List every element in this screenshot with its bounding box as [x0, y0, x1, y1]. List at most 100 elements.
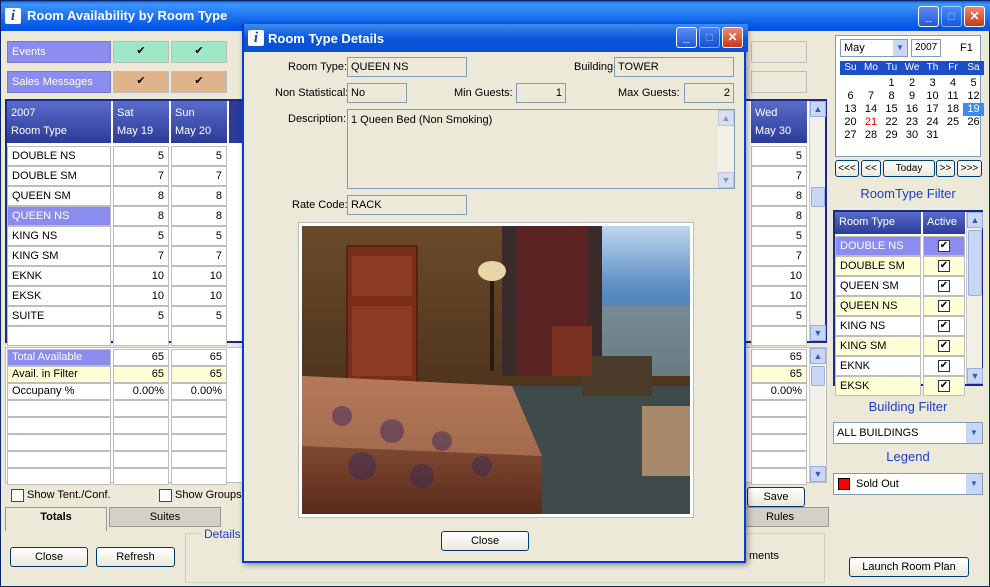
calendar-day[interactable]: 25	[943, 116, 964, 129]
sales-check-sun[interactable]: ✔	[171, 71, 227, 93]
events-cell-wed[interactable]	[751, 41, 807, 63]
chevron-down-icon[interactable]: ▼	[966, 423, 982, 443]
prev-month-button[interactable]: <<	[861, 160, 881, 177]
grid-empty-cell[interactable]	[7, 326, 111, 346]
min-guests-field[interactable]: 1	[516, 83, 566, 103]
calendar-day[interactable]: 21	[861, 116, 882, 129]
refresh-button[interactable]: Refresh	[96, 547, 175, 567]
grid-empty-cell[interactable]	[171, 326, 227, 346]
grid-header-day[interactable]: Sun May 20	[171, 101, 227, 143]
roomtype-filter-item[interactable]: EKSK	[835, 376, 921, 396]
scroll-up-icon[interactable]: ▲	[967, 212, 983, 228]
max-guests-field[interactable]: 2	[684, 83, 734, 103]
events-check-sat[interactable]: ✔	[113, 41, 169, 63]
roomtype-filter-item[interactable]: DOUBLE SM	[835, 256, 921, 276]
dialog-minimize-button[interactable]: _	[676, 27, 697, 48]
calendar-day[interactable]: 1	[881, 77, 902, 90]
tab-totals[interactable]: Totals	[5, 507, 107, 531]
roomtype-active-cell[interactable]: ✔	[923, 336, 965, 356]
show-tent-checkbox[interactable]	[11, 489, 24, 502]
sales-check-sat[interactable]: ✔	[113, 71, 169, 93]
month-select[interactable]: May ▼	[840, 39, 908, 57]
dialog-close-button[interactable]: Close	[441, 531, 529, 551]
grid-value-cell[interactable]: 7	[113, 166, 169, 186]
calendar-day[interactable]: 16	[902, 103, 923, 116]
calendar-day[interactable]: 23	[902, 116, 923, 129]
chevron-down-icon[interactable]: ▼	[966, 474, 982, 494]
grid-value-cell[interactable]: 10	[113, 286, 169, 306]
active-checkbox[interactable]: ✔	[938, 240, 950, 253]
grid-value-cell[interactable]: 10	[113, 266, 169, 286]
scroll-down-icon[interactable]: ▼	[810, 466, 826, 482]
roomtype-filter-scrollbar[interactable]: ▲ ▼	[966, 212, 983, 384]
grid-value-cell[interactable]: 10	[751, 266, 807, 286]
calendar-day[interactable]: 15	[881, 103, 902, 116]
grid-value-cell[interactable]: 10	[171, 286, 227, 306]
calendar-day[interactable]: 27	[840, 129, 861, 142]
today-button[interactable]: Today	[883, 160, 935, 177]
rate-code-field[interactable]: RACK	[347, 195, 467, 215]
calendar-day[interactable]: 3	[922, 77, 943, 90]
grid-value-cell[interactable]: 7	[171, 246, 227, 266]
legend-select[interactable]: Sold Out ▼	[833, 473, 983, 495]
roomtype-filter-item[interactable]: QUEEN NS	[835, 296, 921, 316]
scroll-down-icon[interactable]: ▼	[718, 172, 734, 188]
next-year-button[interactable]: >>>	[957, 160, 982, 177]
sales-cell-wed[interactable]	[751, 71, 807, 93]
description-scrollbar[interactable]: ▲ ▼	[718, 110, 734, 188]
grid-value-cell[interactable]: 5	[171, 146, 227, 166]
grid-roomtype-cell[interactable]: SUITE	[7, 306, 111, 326]
grid-roomtype-cell[interactable]: KING SM	[7, 246, 111, 266]
grid-scrollbar[interactable]: ▲ ▼	[809, 101, 826, 341]
launch-room-plan-button[interactable]: Launch Room Plan	[849, 557, 969, 577]
active-checkbox[interactable]: ✔	[938, 340, 950, 353]
save-button[interactable]: Save	[747, 487, 805, 507]
close-button[interactable]: Close	[10, 547, 88, 567]
roomtype-filter-item[interactable]: QUEEN SM	[835, 276, 921, 296]
calendar-day[interactable]: 31	[922, 129, 943, 142]
grid-value-cell[interactable]: 5	[751, 146, 807, 166]
calendar-day[interactable]: 19	[963, 103, 984, 116]
grid-empty-cell[interactable]	[113, 326, 169, 346]
roomtype-active-cell[interactable]: ✔	[923, 356, 965, 376]
grid-roomtype-cell[interactable]: QUEEN NS	[7, 206, 111, 226]
calendar-day[interactable]: 22	[881, 116, 902, 129]
calendar-day[interactable]: 4	[943, 77, 964, 90]
roomtype-filter-item[interactable]: EKNK	[835, 356, 921, 376]
grid-roomtype-cell[interactable]: DOUBLE SM	[7, 166, 111, 186]
grid-value-cell[interactable]: 8	[113, 206, 169, 226]
grid-header-day[interactable]: Sat May 19	[113, 101, 169, 143]
scroll-up-icon[interactable]: ▲	[810, 348, 826, 364]
grid-roomtype-cell[interactable]: QUEEN SM	[7, 186, 111, 206]
calendar-day[interactable]: 2	[902, 77, 923, 90]
building-select[interactable]: ALL BUILDINGS ▼	[833, 422, 983, 444]
grid-roomtype-cell[interactable]: KING NS	[7, 226, 111, 246]
active-checkbox[interactable]: ✔	[938, 320, 950, 333]
scroll-thumb[interactable]	[968, 230, 982, 296]
scroll-thumb[interactable]	[811, 187, 825, 207]
calendar-day[interactable]: 10	[922, 90, 943, 103]
chevron-down-icon[interactable]: ▼	[893, 40, 907, 56]
calendar-day[interactable]: 13	[840, 103, 861, 116]
roomtype-filter-item[interactable]: KING SM	[835, 336, 921, 356]
calendar-day[interactable]: 14	[861, 103, 882, 116]
prev-year-button[interactable]: <<<	[835, 160, 859, 177]
grid-value-cell[interactable]: 5	[171, 306, 227, 326]
grid-roomtype-cell[interactable]: DOUBLE NS	[7, 146, 111, 166]
roomtype-active-cell[interactable]: ✔	[923, 296, 965, 316]
calendar-day[interactable]: 20	[840, 116, 861, 129]
calendar-day[interactable]: 9	[902, 90, 923, 103]
calendar-day[interactable]: 24	[922, 116, 943, 129]
grid-roomtype-cell[interactable]: EKNK	[7, 266, 111, 286]
calendar-day[interactable]: 7	[861, 90, 882, 103]
grid-value-cell[interactable]: 10	[751, 286, 807, 306]
active-checkbox[interactable]: ✔	[938, 300, 950, 313]
calendar-day[interactable]: 18	[943, 103, 964, 116]
roomtype-active-cell[interactable]: ✔	[923, 376, 965, 396]
dialog-maximize-button[interactable]: □	[699, 27, 720, 48]
room-type-field[interactable]: QUEEN NS	[347, 57, 467, 77]
grid-value-cell[interactable]: 7	[751, 166, 807, 186]
grid-value-cell[interactable]: 5	[171, 226, 227, 246]
close-window-button[interactable]: ✕	[964, 6, 985, 27]
grid-value-cell[interactable]: 5	[113, 226, 169, 246]
